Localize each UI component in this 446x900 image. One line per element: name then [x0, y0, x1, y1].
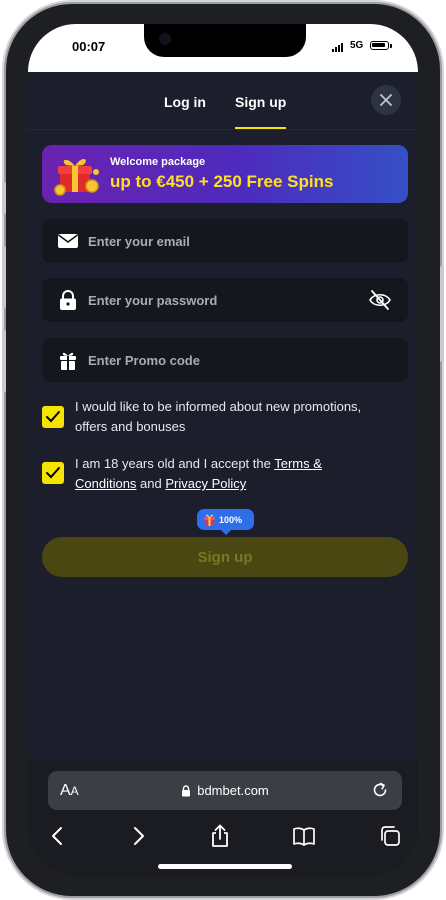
eye-off-icon[interactable]	[368, 289, 392, 311]
signal-icon	[332, 42, 346, 52]
auth-tabs: Log in Sign up	[28, 72, 418, 130]
signup-submit-button[interactable]: Sign up	[42, 537, 408, 577]
bonus-badge: 100%	[197, 509, 254, 535]
gift-icon	[204, 514, 215, 526]
promo-label: Welcome package	[110, 156, 206, 168]
status-bar: 00:07 5G	[28, 24, 418, 72]
bookmarks-icon[interactable]	[292, 824, 316, 848]
battery-tip	[390, 44, 392, 48]
gift-icon	[60, 352, 76, 370]
close-icon	[380, 94, 392, 106]
promo-value: up to €450 + 250 Free Spins	[110, 172, 334, 191]
promo-code-input[interactable]	[88, 338, 358, 382]
email-input[interactable]	[88, 219, 358, 263]
safari-toolbar: AA bdmbet.com	[28, 760, 418, 876]
address-bar[interactable]: AA bdmbet.com	[48, 771, 402, 810]
gift-icon	[54, 158, 99, 196]
marketing-checkbox[interactable]	[42, 406, 64, 428]
volume-up-button	[2, 246, 6, 308]
check-icon	[46, 411, 60, 423]
terms-text-before: I am 18 years old and I accept the	[75, 456, 275, 471]
url-display: bdmbet.com	[48, 771, 402, 810]
terms-consent-text: I am 18 years old and I accept the Terms…	[75, 454, 375, 494]
tabs-icon[interactable]	[378, 824, 402, 848]
network-type: 5G	[350, 40, 364, 51]
home-indicator	[158, 864, 292, 869]
dynamic-island	[144, 24, 306, 57]
promo-code-field[interactable]	[42, 338, 408, 382]
mail-icon	[58, 234, 78, 248]
battery-icon	[370, 41, 389, 50]
lock-icon	[182, 784, 191, 796]
tab-login[interactable]: Log in	[164, 94, 206, 110]
bonus-badge-text: 100%	[219, 514, 243, 525]
tab-signup[interactable]: Sign up	[235, 94, 286, 110]
url-text: bdmbet.com	[197, 783, 269, 798]
share-icon[interactable]	[208, 824, 232, 848]
password-field[interactable]	[42, 278, 408, 322]
privacy-link[interactable]: Privacy Policy	[165, 476, 246, 491]
terms-checkbox[interactable]	[42, 462, 64, 484]
password-input[interactable]	[88, 278, 358, 322]
check-icon	[46, 467, 60, 479]
status-time: 00:07	[72, 39, 106, 54]
reload-icon[interactable]	[371, 781, 389, 799]
welcome-package-banner: Welcome package up to €450 + 250 Free Sp…	[42, 145, 408, 203]
marketing-consent-text: I would like to be informed about new pr…	[75, 399, 362, 434]
lock-icon	[60, 290, 76, 310]
back-icon[interactable]	[46, 824, 70, 848]
action-button	[2, 182, 6, 214]
forward-icon[interactable]	[126, 824, 150, 848]
close-button[interactable]	[371, 85, 401, 115]
active-tab-indicator	[235, 127, 286, 129]
phone-screen: 00:07 5G Log in Sign up Welcome package …	[28, 24, 418, 876]
terms-text-middle: and	[136, 476, 166, 491]
volume-down-button	[2, 330, 6, 392]
email-field[interactable]	[42, 219, 408, 263]
camera-icon	[159, 33, 171, 45]
power-button	[440, 266, 444, 362]
